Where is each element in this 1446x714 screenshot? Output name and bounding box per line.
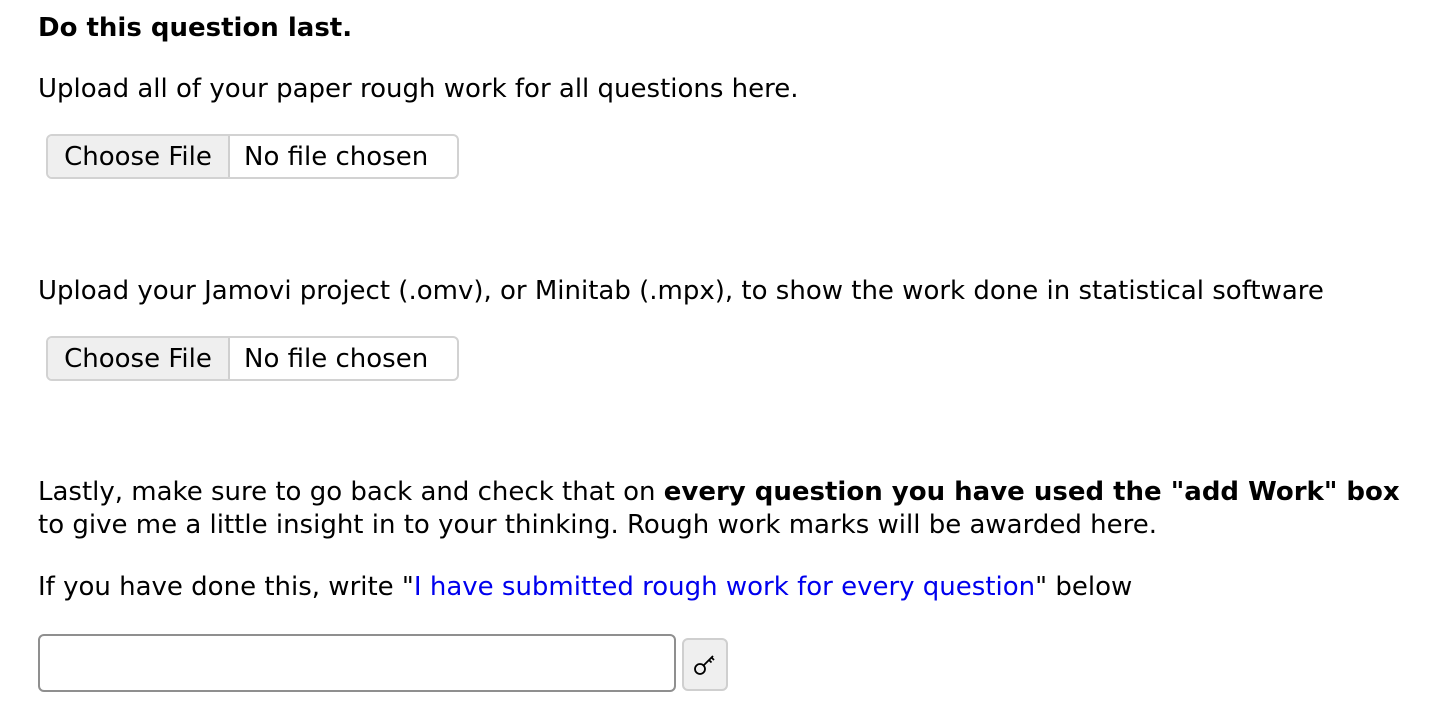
software-upload-prompt: Upload your Jamovi project (.omv), or Mi… bbox=[38, 276, 1324, 306]
answer-input[interactable] bbox=[38, 634, 676, 692]
key-icon bbox=[694, 654, 715, 675]
question-heading: Do this question last. bbox=[38, 13, 353, 43]
required-phrase: I have submitted rough work for every qu… bbox=[413, 572, 1036, 602]
key-button[interactable] bbox=[682, 638, 728, 691]
rough-work-file-status: No file chosen bbox=[244, 141, 429, 172]
instruction-paragraph: If you have done this, write "I have sub… bbox=[38, 571, 1132, 604]
software-file-input[interactable]: Choose File No file chosen bbox=[46, 336, 459, 381]
final-check-paragraph: Lastly, make sure to go back and check t… bbox=[38, 476, 1433, 542]
rough-work-file-input[interactable]: Choose File No file chosen bbox=[46, 134, 459, 179]
final-check-text-before: Lastly, make sure to go back and check t… bbox=[38, 477, 664, 507]
final-check-emphasis: every question you have used the "add Wo… bbox=[663, 477, 1400, 507]
final-check-text-after: to give me a little insight in to your t… bbox=[38, 510, 1157, 540]
upload-rough-work-prompt: Upload all of your paper rough work for … bbox=[38, 74, 799, 104]
instruction-text-after: " below bbox=[1035, 572, 1133, 602]
rough-work-choose-file-button[interactable]: Choose File bbox=[48, 136, 230, 177]
software-choose-file-button[interactable]: Choose File bbox=[48, 338, 230, 379]
instruction-text-before: If you have done this, write " bbox=[38, 572, 414, 602]
software-file-status: No file chosen bbox=[244, 343, 429, 374]
